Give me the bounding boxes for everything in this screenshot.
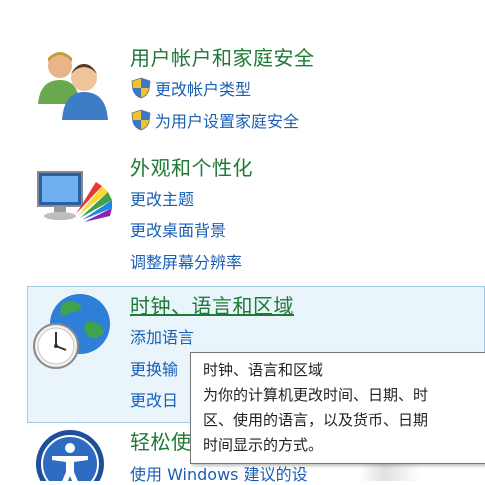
link-windows-suggested-settings[interactable]: 使用 Windows 建议的设 [130,461,308,485]
link-change-theme[interactable]: 更改主题 [130,186,194,210]
ease-of-access-icon[interactable] [34,428,106,481]
tooltip-line-1: 为你的计算机更改时间、日期、时 [203,386,429,404]
clock-globe-icon[interactable] [32,292,116,372]
users-icon[interactable] [34,44,114,124]
category-title-appearance[interactable]: 外观和个性化 [130,152,253,181]
blurred-overlay [360,462,420,481]
link-label: 更改帐户类型 [155,80,252,99]
tooltip: 时钟、语言和区域 为你的计算机更改时间、日期、时 区、使用的语言，以及货币、日期… [190,352,485,464]
link-change-date[interactable]: 更改日 [130,387,178,411]
appearance-icon[interactable] [36,168,114,226]
category-title-clock-language-region[interactable]: 时钟、语言和区域 [130,290,294,319]
category-title-ease-of-access[interactable]: 轻松使 [130,426,192,455]
tooltip-title: 时钟、语言和区域 [203,361,324,379]
tooltip-line-3: 时间显示的方式。 [203,436,324,454]
link-change-input[interactable]: 更换输 [130,356,178,380]
category-title-users[interactable]: 用户帐户和家庭安全 [130,42,315,71]
tooltip-line-2: 区、使用的语言，以及货币、日期 [203,411,429,429]
link-label: 为用户设置家庭安全 [155,112,300,131]
link-add-language[interactable]: 添加语言 [130,324,194,348]
shield-icon [131,77,151,99]
link-desktop-background[interactable]: 更改桌面背景 [130,217,226,241]
link-screen-resolution[interactable]: 调整屏幕分辨率 [130,249,242,273]
shield-icon [131,109,151,131]
